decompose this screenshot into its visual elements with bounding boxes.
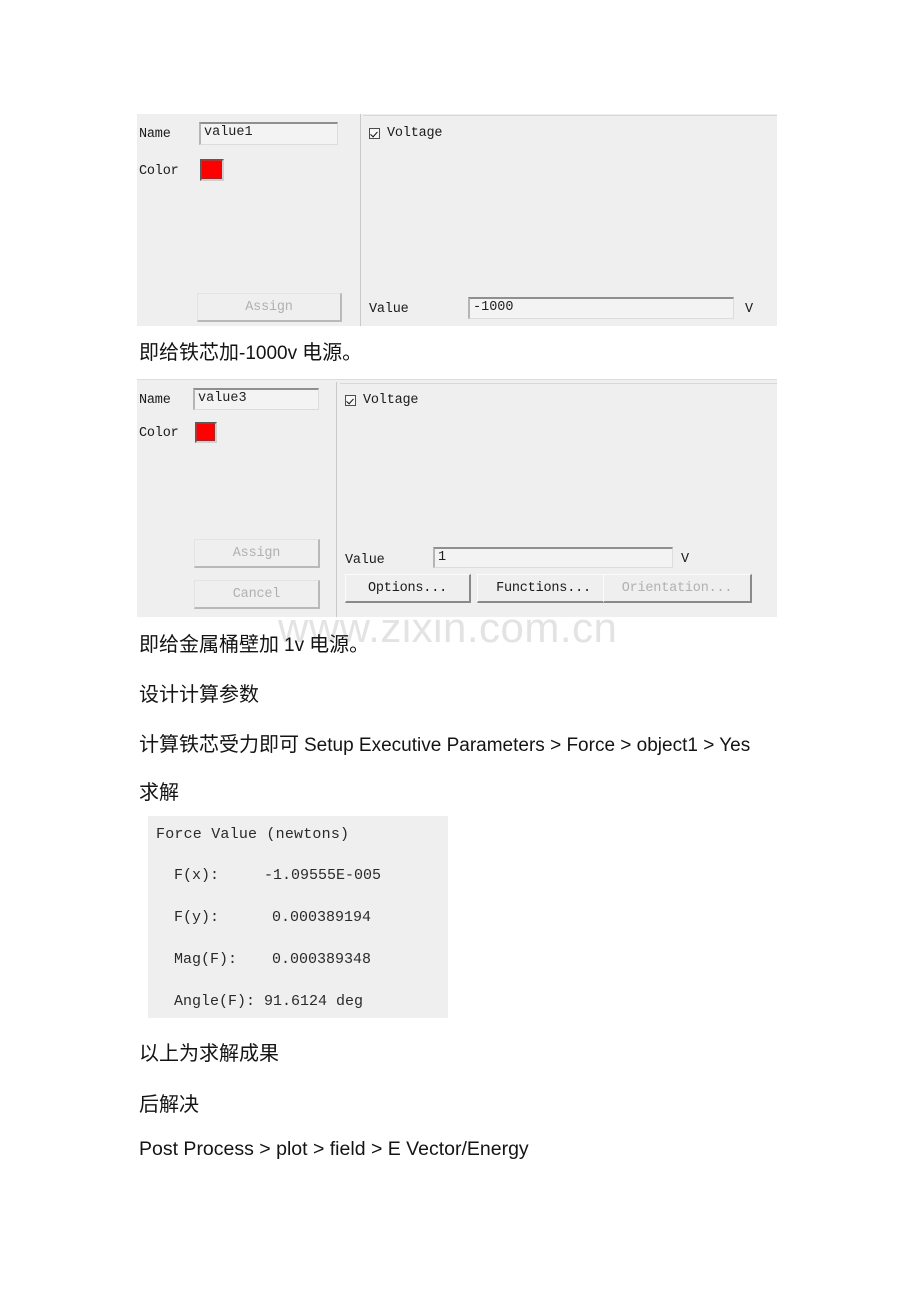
paragraph-5-cn: 求解 [139,782,179,804]
paragraph-7-cn: 后解决 [139,1094,199,1116]
dialog1-name-input[interactable]: value1 [199,122,338,145]
dialog2-options-button[interactable]: Options... [345,574,471,603]
paragraph-7: 后解决 [139,1088,199,1117]
force-result-title: Force Value (newtons) [156,826,350,843]
dialog1-value-label: Value [369,302,409,317]
paragraph-2-cn-tail: 电源。 [304,634,370,656]
paragraph-6: 以上为求解成果 [139,1037,279,1066]
checkbox-icon[interactable] [345,395,356,406]
dialog1-color-label: Color [139,164,179,179]
force-row-value: 0.000389194 [272,909,372,926]
dialog2-top-rule [137,379,777,380]
dialog2-cancel-button[interactable]: Cancel [194,580,320,609]
force-row-label: F(x): [174,867,220,884]
dialog2-color-label: Color [139,426,179,441]
dialog2-right-pane-top-rule [340,383,777,384]
paragraph-4-cn: 计算铁芯受力即可 [139,734,304,756]
paragraph-8: Post Process > plot > field > E Vector/E… [139,1138,529,1161]
paragraph-1-cn-tail: 电源。 [297,342,363,364]
paragraph-3-cn: 设计计算参数 [139,684,259,706]
dialog2-value-label: Value [345,553,385,568]
dialog2-value-input[interactable]: 1 [433,547,673,568]
dialog1-assign-button[interactable]: Assign [197,293,342,322]
dialog2-orientation-button[interactable]: Orientation... [603,574,752,603]
dialog1-pane-divider [360,114,361,326]
paragraph-4-latin: Setup Executive Parameters > Force > obj… [304,735,751,756]
dialog2-voltage-label: Voltage [363,393,419,408]
force-result-panel: Force Value (newtons) F(x): -1.09555E-00… [148,816,448,1018]
force-row-value: 91.6124 deg [264,993,364,1010]
force-row-label: Mag(F): [174,951,238,968]
dialog2-color-swatch[interactable] [195,422,217,443]
paragraph-6-cn: 以上为求解成果 [139,1043,279,1065]
dialog1-name-label: Name [139,127,171,142]
paragraph-8-latin: Post Process > plot > field > E Vector/E… [139,1138,529,1160]
dialog2-functions-button[interactable]: Functions... [477,574,611,603]
dialog2-voltage-checkbox-row[interactable]: Voltage [345,393,419,408]
paragraph-2-latin: 1v [284,635,305,656]
dialog2-name-input[interactable]: value3 [193,388,319,410]
dialog1-right-pane [363,114,777,326]
paragraph-2: 即给金属桶壁加 1v 电源。 [139,628,369,657]
force-row-label: F(y): [174,909,220,926]
paragraph-2-cn: 即给金属桶壁加 [139,634,284,656]
boundary-dialog-value3: Name value3 Color Assign Cancel Voltage … [137,379,777,617]
dialog2-name-label: Name [139,393,171,408]
dialog1-color-swatch[interactable] [200,159,224,181]
force-row-value: -1.09555E-005 [264,867,382,884]
dialog1-voltage-label: Voltage [387,126,443,141]
dialog2-pane-divider [336,382,337,617]
dialog2-value-unit: V [681,552,690,567]
dialog2-assign-button[interactable]: Assign [194,539,320,568]
force-row-value: 0.000389348 [272,951,372,968]
force-row-label: Angle(F): [174,993,256,1010]
boundary-dialog-value1: Name value1 Color Assign Voltage Value -… [137,114,777,326]
dialog1-value-unit: V [745,302,754,317]
paragraph-1-latin: -1000v [239,343,298,364]
checkbox-icon[interactable] [369,128,380,139]
paragraph-4: 计算铁芯受力即可 Setup Executive Parameters > Fo… [139,728,750,757]
dialog1-voltage-checkbox-row[interactable]: Voltage [369,126,443,141]
paragraph-1: 即给铁芯加-1000v 电源。 [139,336,362,365]
dialog1-right-pane-top-rule [363,115,777,116]
paragraph-3: 设计计算参数 [139,678,259,707]
paragraph-1-cn: 即给铁芯加 [139,342,239,364]
dialog1-value-input[interactable]: -1000 [468,297,734,319]
paragraph-5: 求解 [139,776,179,805]
